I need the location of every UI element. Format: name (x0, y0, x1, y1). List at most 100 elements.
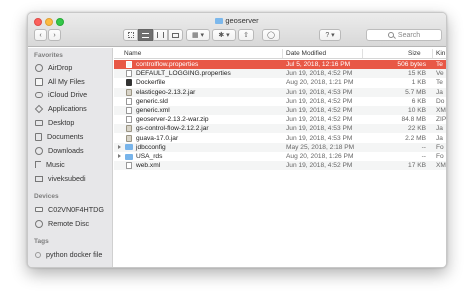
jar-file-icon (126, 125, 132, 133)
file-name: geoserver-2.13.2-war.zip (136, 116, 209, 124)
file-name: web.xml (136, 162, 161, 170)
tag-button[interactable]: ◯ (262, 29, 280, 41)
sidebar-item-label: iCloud Drive (48, 90, 88, 99)
disclosure-triangle-icon[interactable] (118, 154, 121, 158)
music-icon (35, 161, 41, 168)
column-name[interactable]: Name (124, 50, 141, 57)
column-kind[interactable]: Kin (436, 50, 445, 57)
column-separator (432, 49, 433, 58)
file-kind: Ja (436, 134, 443, 142)
sidebar-item-remote-disc[interactable]: Remote Disc (35, 219, 89, 228)
action-button[interactable]: ✱ ▾ (212, 29, 236, 41)
folder-icon (125, 153, 133, 160)
file-kind: Fo (436, 153, 444, 160)
file-size: 1 KB (411, 79, 426, 87)
tag-icon: ◯ (267, 32, 275, 39)
share-button[interactable]: ⇧ (238, 29, 254, 41)
column-header: Name Date Modified Size Kin (114, 48, 446, 59)
file-date: May 25, 2018, 2:18 PM (286, 143, 355, 151)
back-label: ‹ (39, 31, 42, 39)
group-button[interactable]: ▦ ▾ (186, 29, 210, 41)
file-row[interactable]: geoserver-2.13.2-war.zip Jun 19, 2018, 4:… (114, 115, 447, 124)
sidebar-item-label: All My Files (48, 77, 85, 86)
disclosure-triangle-icon[interactable] (118, 144, 121, 149)
gallery-view-icon (172, 32, 179, 38)
title-bar: geoserver ‹ › ▦ ▾ ✱ ▾ ⇧ ◯ ? ▾ Search (28, 13, 446, 47)
file-size: 506 bytes (397, 61, 426, 68)
file-name: Dockerfile (136, 79, 166, 87)
file-size: 15 KB (408, 70, 426, 78)
file-kind: XM (436, 107, 446, 114)
gallery-view-button[interactable] (168, 29, 183, 41)
downloads-icon (35, 146, 43, 155)
file-row[interactable]: DEFAULT_LOGGING.properties Jun 19, 2018, … (114, 69, 446, 79)
sidebar-item-airdrop[interactable]: AirDrop (35, 63, 72, 72)
sidebar-item-hard-drive[interactable]: C02VN0F4HTDG (35, 205, 104, 214)
file-row[interactable]: elasticgeo-2.13.2.jar Jun 19, 2018, 4:53 … (114, 87, 446, 97)
file-kind: Te (436, 61, 443, 68)
file-size: 2.2 MB (405, 134, 426, 142)
file-kind: Do (436, 97, 445, 105)
file-date: Aug 20, 2018, 1:26 PM (286, 153, 354, 160)
sidebar-item-all-my-files[interactable]: All My Files (35, 77, 85, 86)
sidebar-item-icloud-drive[interactable]: iCloud Drive (35, 90, 87, 99)
forward-button[interactable]: › (48, 29, 61, 41)
file-row[interactable]: web.xml Jun 19, 2018, 4:52 PM 17 KB XM (114, 161, 446, 171)
devices-heading: Devices (34, 193, 59, 200)
sidebar-item-downloads[interactable]: Downloads (35, 146, 84, 155)
file-row[interactable]: gs-control-flow-2.12.2.jar Jun 19, 2018, … (114, 124, 446, 134)
sidebar-item-tag[interactable]: python docker file (35, 250, 102, 259)
executable-icon (126, 79, 132, 87)
sidebar: Favorites AirDrop All My Files iCloud Dr… (28, 48, 113, 267)
back-button[interactable]: ‹ (34, 29, 47, 41)
file-kind: Te (436, 79, 443, 87)
file-date: Jun 19, 2018, 4:52 PM (286, 107, 353, 114)
sidebar-item-desktop[interactable]: Desktop (35, 118, 74, 127)
document-icon (126, 97, 132, 105)
column-size[interactable]: Size (408, 50, 421, 57)
file-row[interactable]: guava-17.0.jar Jun 19, 2018, 4:53 PM 2.2 M… (114, 134, 446, 143)
all-files-icon (35, 77, 43, 86)
file-name: USA_rds (136, 153, 163, 160)
file-row[interactable]: generic.sld Jun 19, 2018, 4:52 PM 6 KB Do (114, 97, 446, 106)
icon-view-button[interactable] (123, 29, 138, 41)
file-name: elasticgeo-2.13.2.jar (136, 88, 196, 96)
hard-drive-icon (35, 207, 43, 212)
file-row[interactable]: jdbcconfig May 25, 2018, 2:18 PM -- Fo (114, 142, 446, 152)
file-date: Jun 19, 2018, 4:52 PM (286, 97, 353, 105)
file-name: generic.sld (136, 97, 168, 105)
jar-file-icon (126, 134, 132, 142)
file-date: Jun 19, 2018, 4:52 PM (286, 116, 353, 124)
sidebar-item-documents[interactable]: Documents (35, 132, 83, 141)
documents-icon (35, 132, 42, 141)
file-kind: ZIP (436, 116, 447, 124)
file-row[interactable]: Dockerfile Aug 20, 2018, 1:21 PM 1 KB Te (114, 78, 446, 87)
sidebar-item-music[interactable]: Music (35, 160, 65, 169)
search-field[interactable]: Search (366, 29, 442, 41)
sidebar-item-label: viveksubedi (48, 174, 86, 183)
file-size: 5.7 MB (405, 88, 426, 96)
list-view-button[interactable] (138, 29, 153, 41)
file-date: Jun 19, 2018, 4:53 PM (286, 125, 353, 133)
column-view-button[interactable] (153, 29, 168, 41)
file-row[interactable]: USA_rds Aug 20, 2018, 1:26 PM -- Fo (114, 152, 446, 161)
airdrop-icon (35, 63, 43, 72)
file-kind: XM (436, 162, 446, 170)
search-placeholder: Search (397, 31, 421, 39)
file-kind: Ja (436, 125, 443, 133)
file-name: gs-control-flow-2.12.2.jar (136, 125, 209, 133)
sidebar-item-home[interactable]: viveksubedi (35, 174, 86, 183)
file-date: Jun 19, 2018, 4:53 PM (286, 134, 353, 142)
file-kind: Ja (436, 88, 443, 96)
sidebar-item-label: Music (46, 160, 65, 169)
window-title-text: geoserver (225, 16, 259, 25)
column-date[interactable]: Date Modified (286, 50, 326, 57)
column-separator (362, 49, 363, 58)
window-title: geoserver (28, 16, 446, 25)
file-row[interactable]: controlflow.properties Jul 5, 2018, 12:16… (114, 60, 446, 69)
sidebar-item-applications[interactable]: Applications (34, 104, 87, 113)
file-size: -- (421, 153, 426, 160)
file-row[interactable]: generic.xml Jun 19, 2018, 4:52 PM 10 KB XM (114, 106, 446, 115)
sidebar-item-label: python docker file (46, 250, 103, 259)
help-button[interactable]: ? ▾ (319, 29, 341, 41)
